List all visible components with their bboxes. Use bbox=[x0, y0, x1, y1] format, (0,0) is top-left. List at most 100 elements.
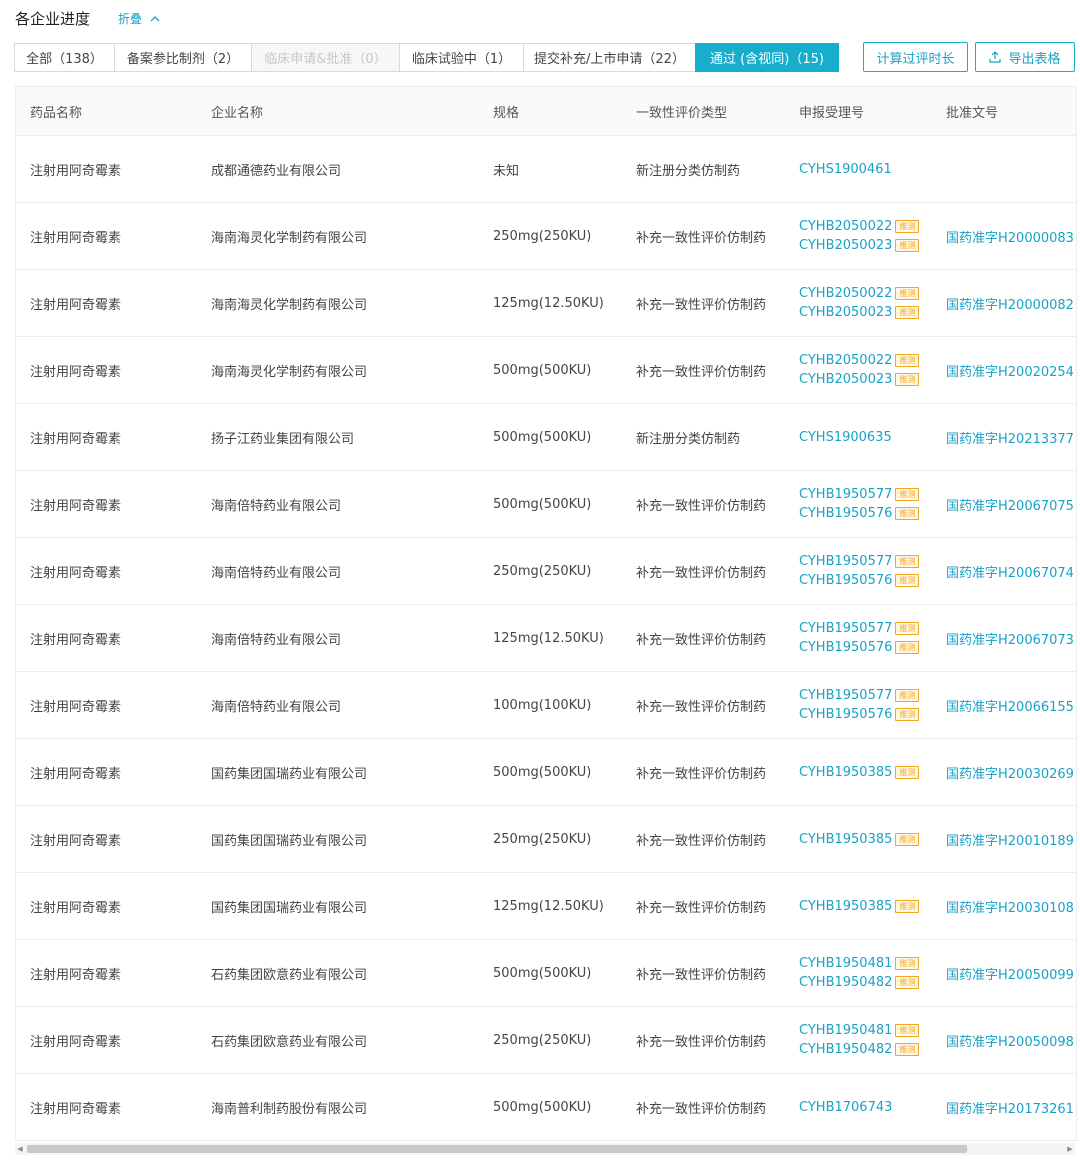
acceptance-number-link[interactable]: CYHS1900635 bbox=[799, 428, 892, 447]
inferred-badge: 推测 bbox=[895, 287, 920, 300]
acceptance-number-link[interactable]: CYHB2050023 bbox=[799, 236, 892, 255]
tab-clinical-application[interactable]: 临床申请&批准（0） bbox=[251, 43, 400, 72]
acceptance-number-link[interactable]: CYHB1950385 bbox=[799, 763, 892, 782]
evaluation-type-cell: 补充一致性评价仿制药 bbox=[636, 699, 767, 715]
acceptance-number-link[interactable]: CYHB1950482 bbox=[799, 1040, 892, 1059]
acceptance-number-line: CYHB2050023 推测 bbox=[799, 303, 932, 322]
acceptance-number-link[interactable]: CYHB1950385 bbox=[799, 897, 892, 916]
acceptance-number-link[interactable]: CYHB2050023 bbox=[799, 370, 892, 389]
inferred-badge: 推测 bbox=[895, 622, 920, 635]
acceptance-number-link[interactable]: CYHB2050022 bbox=[799, 284, 892, 303]
table-row: 注射用阿奇霉素 成都通德药业有限公司 未知 新注册分类仿制药 CYHS1900461 bbox=[16, 136, 1076, 203]
scroll-left-icon[interactable]: ◀ bbox=[15, 1143, 25, 1155]
scrollbar-thumb[interactable] bbox=[27, 1145, 967, 1153]
acceptance-number-link[interactable]: CYHB2050023 bbox=[799, 303, 892, 322]
spec-cell: 500mg(500KU) bbox=[493, 764, 592, 780]
approval-number-link[interactable]: 国药准字H20173261 bbox=[932, 1098, 1076, 1117]
approval-number-link[interactable]: 国药准字H20050099 bbox=[932, 964, 1076, 983]
approval-number-link[interactable]: 国药准字H20213377 bbox=[932, 428, 1076, 447]
acceptance-number-link[interactable]: CYHB1950577 bbox=[799, 686, 892, 705]
calc-duration-label: 计算过评时长 bbox=[876, 51, 955, 67]
inferred-badge: 推测 bbox=[895, 689, 920, 702]
spec-cell: 250mg(250KU) bbox=[493, 228, 592, 244]
spec-cell: 500mg(500KU) bbox=[493, 362, 592, 378]
inferred-badge: 推测 bbox=[895, 832, 920, 846]
acceptance-number-link[interactable]: CYHB1950385 bbox=[799, 830, 892, 849]
acceptance-number-cell: CYHB1950577 推测 CYHB1950576 推测 bbox=[785, 686, 932, 724]
drug-name-cell: 注射用阿奇霉素 bbox=[30, 498, 122, 514]
evaluation-type-cell: 补充一致性评价仿制药 bbox=[636, 230, 767, 246]
acceptance-number-link[interactable]: CYHB2050022 bbox=[799, 351, 892, 370]
approval-number-link[interactable]: 国药准字H20000083 bbox=[932, 227, 1076, 246]
company-name-cell: 海南普利制药股份有限公司 bbox=[211, 1101, 368, 1117]
filter-tabs: 全部（138） 备案参比制剂（2） 临床申请&批准（0） 临床试验中（1） 提交… bbox=[14, 43, 839, 72]
acceptance-number-link[interactable]: CYHB1950482 bbox=[799, 973, 892, 992]
approval-number-link[interactable]: 国药准字H20000082 bbox=[932, 294, 1076, 313]
approval-number-link[interactable]: 国药准字H20030108 bbox=[932, 897, 1076, 916]
approval-number-link[interactable]: 国药准字H20067073 bbox=[932, 629, 1076, 648]
tab-clinical-trial[interactable]: 临床试验中（1） bbox=[399, 43, 524, 72]
acceptance-number-link[interactable]: CYHB1950481 bbox=[799, 954, 892, 973]
table-row: 注射用阿奇霉素 海南普利制药股份有限公司 500mg(500KU) 补充一致性评价仿制… bbox=[16, 1074, 1076, 1141]
scroll-right-icon[interactable]: ▶ bbox=[1065, 1143, 1075, 1155]
acceptance-number-line: CYHB2050022 推测 bbox=[799, 351, 932, 370]
spec-cell: 250mg(250KU) bbox=[493, 831, 592, 847]
table-row: 注射用阿奇霉素 海南倍特药业有限公司 500mg(500KU) 补充一致性评价仿制药 C… bbox=[16, 471, 1076, 538]
horizontal-scrollbar[interactable]: ◀ ▶ bbox=[15, 1143, 1075, 1155]
table-row: 注射用阿奇霉素 海南倍特药业有限公司 100mg(100KU) 补充一致性评价仿制药 C… bbox=[16, 672, 1076, 739]
approval-number-link[interactable]: 国药准字H20067075 bbox=[932, 495, 1076, 514]
acceptance-number-line: CYHB1950577 推测 bbox=[799, 619, 932, 638]
approval-number-link[interactable]: 国药准字H20010189 bbox=[932, 830, 1076, 849]
inferred-badge: 推测 bbox=[895, 765, 920, 779]
evaluation-type-cell: 补充一致性评价仿制药 bbox=[636, 364, 767, 380]
approval-number-link[interactable]: 国药准字H20050098 bbox=[932, 1031, 1076, 1050]
acceptance-number-line: CYHB1950576 推测 bbox=[799, 571, 932, 590]
approval-number-link[interactable]: 国药准字H20020254 bbox=[932, 361, 1076, 380]
inferred-badge: 推测 bbox=[895, 239, 920, 252]
chevron-up-icon bbox=[150, 12, 160, 25]
acceptance-number-link[interactable]: CYHB1706743 bbox=[799, 1098, 892, 1117]
spec-cell: 500mg(500KU) bbox=[493, 1099, 592, 1115]
acceptance-number-cell: CYHS1900635 bbox=[785, 428, 932, 447]
acceptance-number-link[interactable]: CYHB1950576 bbox=[799, 504, 892, 523]
company-name-cell: 石药集团欧意药业有限公司 bbox=[211, 967, 368, 983]
acceptance-number-link[interactable]: CYHB1950576 bbox=[799, 638, 892, 657]
acceptance-number-cell: CYHB2050022 推测 CYHB2050023 推测 bbox=[785, 217, 932, 255]
fold-toggle[interactable]: 折叠 bbox=[118, 10, 160, 27]
company-name-cell: 国药集团国瑞药业有限公司 bbox=[211, 900, 368, 916]
acceptance-number-line: CYHS1900461 bbox=[799, 160, 932, 179]
approval-number-link[interactable]: 国药准字H20067074 bbox=[932, 562, 1076, 581]
section-header: 各企业进度 折叠 bbox=[15, 7, 160, 29]
approval-number-link[interactable]: 国药准字H20066155 bbox=[932, 696, 1076, 715]
column-header: 企业名称 bbox=[211, 105, 264, 121]
tab-approved[interactable]: 通过 (含视同)（15) bbox=[695, 43, 839, 72]
export-table-button[interactable]: 导出表格 bbox=[975, 42, 1075, 72]
drug-name-cell: 注射用阿奇霉素 bbox=[30, 230, 122, 246]
acceptance-number-link[interactable]: CYHB1950576 bbox=[799, 571, 892, 590]
acceptance-number-line: CYHB1950576 推测 bbox=[799, 705, 932, 724]
column-header: 规格 bbox=[493, 105, 520, 121]
tab-reference[interactable]: 备案参比制剂（2） bbox=[114, 43, 252, 72]
tab-all[interactable]: 全部（138） bbox=[14, 43, 115, 72]
acceptance-number-line: CYHB1950577 推测 bbox=[799, 485, 932, 504]
inferred-badge: 推测 bbox=[895, 488, 920, 501]
acceptance-number-link[interactable]: CYHB1950577 bbox=[799, 485, 892, 504]
drug-name-cell: 注射用阿奇霉素 bbox=[30, 163, 122, 179]
acceptance-number-link[interactable]: CYHB1950481 bbox=[799, 1021, 892, 1040]
acceptance-number-link[interactable]: CYHB2050022 bbox=[799, 217, 892, 236]
company-name-cell: 石药集团欧意药业有限公司 bbox=[211, 1034, 368, 1050]
acceptance-number-link[interactable]: CYHB1950577 bbox=[799, 552, 892, 571]
calc-duration-button[interactable]: 计算过评时长 bbox=[863, 42, 968, 72]
acceptance-number-link[interactable]: CYHB1950577 bbox=[799, 619, 892, 638]
tab-supplement-submission[interactable]: 提交补充/上市申请（22） bbox=[523, 43, 696, 72]
inferred-badge: 推测 bbox=[895, 373, 920, 386]
acceptance-number-cell: CYHB1950481 推测 CYHB1950482 推测 bbox=[785, 954, 932, 992]
company-name-cell: 成都通德药业有限公司 bbox=[211, 163, 342, 179]
inferred-badge: 推测 bbox=[895, 1024, 920, 1037]
table-row: 注射用阿奇霉素 国药集团国瑞药业有限公司 500mg(500KU) 补充一致性评价仿制… bbox=[16, 739, 1076, 806]
acceptance-number-line: CYHB2050022 推测 bbox=[799, 217, 932, 236]
acceptance-number-link[interactable]: CYHS1900461 bbox=[799, 160, 892, 179]
approval-number-link[interactable]: 国药准字H20030269 bbox=[932, 763, 1076, 782]
acceptance-number-link[interactable]: CYHB1950576 bbox=[799, 705, 892, 724]
evaluation-type-cell: 新注册分类仿制药 bbox=[636, 163, 741, 179]
